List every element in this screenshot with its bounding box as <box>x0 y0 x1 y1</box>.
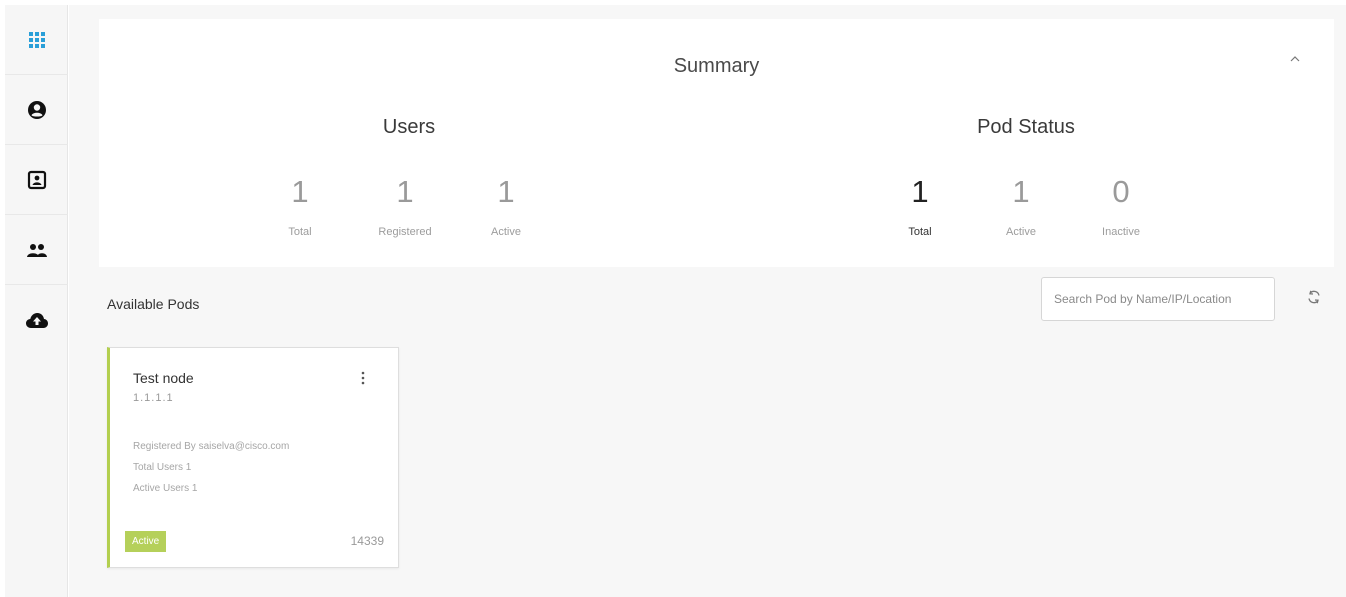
users-active-stat: 1 Active <box>456 174 556 238</box>
sidebar <box>5 5 68 597</box>
refresh-button[interactable] <box>1304 289 1324 309</box>
contact-card-icon <box>27 170 47 190</box>
app-root: Summary Users 1 Total 1 Registered 1 Act… <box>0 0 1346 597</box>
summary-title: Summary <box>673 55 760 77</box>
pod-card[interactable]: Test node 1.1.1.1 Registered By saiselva… <box>107 347 399 568</box>
chevron-up-icon <box>1290 49 1300 67</box>
pods-active-stat: 1 Active <box>971 174 1071 238</box>
stat-label: Total <box>908 226 932 238</box>
account-circle-icon <box>27 100 47 120</box>
pod-total-users: Total Users 1 <box>133 462 192 473</box>
collapse-summary-button[interactable] <box>1284 47 1306 69</box>
apps-grid-icon <box>28 31 46 49</box>
pods-total-stat: 1 Total <box>870 174 970 238</box>
stat-label: Active <box>1006 226 1036 238</box>
status-badge: Active <box>125 531 167 552</box>
pod-status-title: Pod Status <box>977 116 1075 138</box>
stat-value: 1 <box>291 174 309 209</box>
users-registered-stat: 1 Registered <box>355 174 455 238</box>
stat-label: Total <box>288 226 312 238</box>
pod-port: 14339 <box>350 534 384 548</box>
stat-label: Inactive <box>1102 226 1140 238</box>
pod-registered-by: Registered By saiselva@cisco.com <box>133 441 290 452</box>
stat-label: Active <box>491 226 521 238</box>
sidebar-item-account[interactable] <box>5 75 68 145</box>
stat-value: 1 <box>1012 174 1030 209</box>
stat-value: 1 <box>497 174 515 209</box>
pod-name: Test node <box>133 370 194 386</box>
stat-value: 1 <box>396 174 414 209</box>
summary-panel: Summary Users 1 Total 1 Registered 1 Act… <box>99 19 1334 267</box>
sidebar-item-dashboard[interactable] <box>5 5 68 75</box>
refresh-icon <box>1306 289 1322 310</box>
more-vertical-icon <box>361 371 365 390</box>
available-pods-title: Available Pods <box>107 296 200 312</box>
stat-label: Registered <box>378 226 432 238</box>
pod-search-input[interactable] <box>1041 277 1275 321</box>
stat-value: 1 <box>911 174 929 209</box>
group-icon <box>26 241 48 259</box>
main-content: Summary Users 1 Total 1 Registered 1 Act… <box>69 5 1346 597</box>
users-total-stat: 1 Total <box>250 174 350 238</box>
cloud-upload-icon <box>25 311 49 329</box>
users-title: Users <box>382 116 436 138</box>
stat-value: 0 <box>1112 174 1130 209</box>
pod-ip: 1.1.1.1 <box>133 392 174 404</box>
pods-inactive-stat: 0 Inactive <box>1071 174 1171 238</box>
sidebar-item-groups[interactable] <box>5 215 68 285</box>
pod-active-users: Active Users 1 <box>133 483 198 494</box>
sidebar-item-upload[interactable] <box>5 285 68 355</box>
sidebar-item-contacts[interactable] <box>5 145 68 215</box>
pod-menu-button[interactable] <box>356 370 370 390</box>
